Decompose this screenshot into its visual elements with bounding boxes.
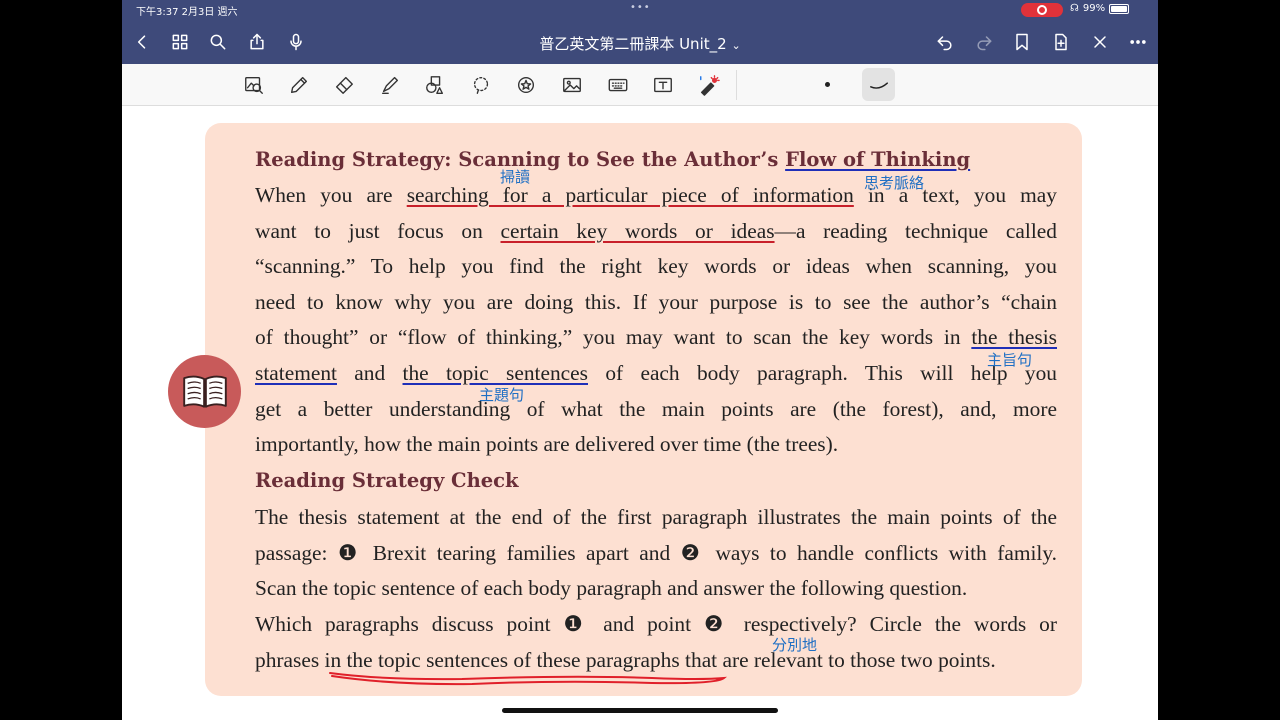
zoom-window-icon [245, 76, 263, 94]
p2-line-2: passage: ❶ Brexit tearing families apart… [255, 541, 1057, 565]
p1-line-2: want to just focus on certain key words … [255, 219, 1057, 244]
p1-line-8: importantly, how the main points are del… [255, 432, 839, 456]
keyboard-icon [608, 78, 628, 92]
bookmark-button[interactable] [1010, 30, 1034, 54]
image-icon [563, 77, 581, 93]
laser-pointer-icon [700, 75, 720, 96]
document-title[interactable]: 普乙英文第二冊課本 Unit_2 ⌄ [122, 33, 1158, 54]
headphones-icon: ☊ [1070, 3, 1079, 14]
searching-phrase-underlined: searching for a particular piece of info… [406, 183, 854, 207]
strategy-check-heading: Reading Strategy Check [255, 469, 519, 492]
top-bar: 下午3:37 2月3日 週六 ••• ☊ 99% 普乙英文第二冊課本 Unit_… [122, 0, 1158, 64]
p1-line-1: When you are searching for a particular … [255, 183, 1057, 208]
p1-l2-a: want to just focus on [255, 219, 501, 243]
open-book-icon [182, 375, 227, 408]
bookmark-icon [1016, 33, 1028, 51]
fine-stroke-option[interactable] [825, 82, 830, 87]
screen-recording-indicator[interactable] [1021, 3, 1063, 17]
document-title-text: 普乙英文第二冊課本 Unit_2 [539, 35, 727, 53]
topic-sentences-underlined: the topic sentences [402, 361, 589, 385]
eraser-tool[interactable] [331, 72, 357, 98]
image-tool[interactable] [559, 72, 585, 98]
close-icon [1094, 36, 1106, 48]
lasso-icon [473, 76, 489, 94]
toolbar-divider [736, 70, 737, 100]
p2-l5-a: phrases [255, 648, 325, 672]
p1-line-7: get a better understanding of what the m… [255, 397, 1057, 421]
text-box-tool[interactable] [650, 72, 676, 98]
sticker-tool[interactable] [513, 72, 539, 98]
p1-l2-c: —a reading technique called [774, 219, 1057, 243]
more-button[interactable] [1126, 30, 1150, 54]
close-tools-button[interactable] [1088, 30, 1112, 54]
star-sticker-icon [517, 76, 535, 94]
flow-of-thinking-underlined: Flow of Thinking [785, 148, 971, 171]
status-right: ☊ 99% [1070, 3, 1130, 14]
p1-l6-b: and [336, 361, 403, 385]
status-time-date: 下午3:37 2月3日 週六 [136, 7, 238, 18]
undo-icon [937, 36, 952, 51]
note-topic-sentence: 主題句 [479, 386, 525, 404]
shapes-icon [426, 76, 444, 94]
the-thesis-underlined: the thesis [971, 325, 1057, 349]
p1-line-4: need to know why you are doing this. If … [255, 290, 1057, 314]
ipad-screen: 下午3:37 2月3日 週六 ••• ☊ 99% 普乙英文第二冊課本 Unit_… [122, 0, 1158, 720]
title-chevron-icon: ⌄ [731, 39, 741, 52]
key-words-phrase-underlined: certain key words or ideas [500, 219, 775, 243]
note-respectively: 分別地 [772, 636, 818, 654]
statement-underlined: statement [255, 361, 337, 385]
shapes-tool[interactable] [422, 72, 448, 98]
zoom-window-tool[interactable] [241, 72, 267, 98]
pen-tool[interactable] [286, 72, 312, 98]
more-icon [1130, 40, 1146, 44]
strategy-heading: Reading Strategy: Scanning to See the Au… [255, 148, 1057, 171]
eraser-icon [335, 76, 353, 94]
note-scan-reading: 掃讀 [500, 168, 531, 186]
pen-icon [290, 76, 308, 94]
add-page-icon [1055, 33, 1067, 51]
p1-line-6: statement and the topic sentences of eac… [255, 361, 1057, 386]
laser-pointer-tool[interactable] [696, 72, 722, 98]
add-page-button[interactable] [1049, 30, 1073, 54]
highlighter-icon [381, 76, 399, 94]
p1-l1-a: When you are [255, 183, 407, 207]
p2-line-4: Which paragraphs discuss point ❶ and poi… [255, 612, 1057, 636]
book-badge [168, 355, 241, 428]
record-icon [1037, 5, 1047, 15]
note-flow-of-thinking: 思考脈絡 [864, 174, 925, 192]
document-page[interactable]: Reading Strategy: Scanning to See the Au… [122, 106, 1158, 720]
keyboard-tool[interactable] [605, 72, 631, 98]
redo-button[interactable] [972, 30, 996, 54]
annotation-toolbar [122, 64, 1158, 106]
home-indicator[interactable] [502, 708, 778, 713]
p1-line-3: “scanning.” To help you find the right k… [255, 254, 1057, 278]
lasso-tool[interactable] [468, 72, 494, 98]
p1-line-5: of thought” or “flow of thinking,” you m… [255, 325, 1057, 350]
p2-line-3: Scan the topic sentence of each body par… [255, 576, 968, 600]
battery-percent: 99% [1082, 3, 1106, 14]
multitask-dots[interactable]: ••• [630, 2, 651, 13]
p1-l5-a: of thought” or “flow of thinking,” you m… [255, 325, 972, 349]
red-ink-stroke [329, 672, 728, 686]
note-thesis-statement: 主旨句 [987, 351, 1033, 369]
redo-icon [977, 36, 992, 51]
highlighter-tool[interactable] [377, 72, 403, 98]
stroke-curve-icon [869, 81, 888, 89]
battery-icon [1109, 3, 1130, 14]
p2-line-1: The thesis statement at the end of the f… [255, 505, 1057, 529]
text-box-icon [654, 77, 672, 93]
stroke-style-option[interactable] [862, 68, 895, 101]
undo-button[interactable] [933, 30, 957, 54]
